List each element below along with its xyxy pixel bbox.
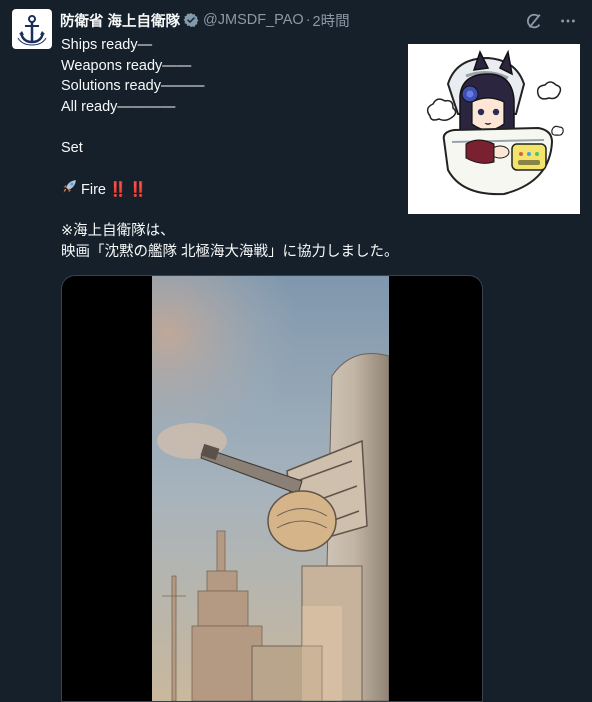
text-line: Set — [61, 140, 83, 157]
text-line: Ships ready— — [61, 37, 153, 53]
character-sticker-image — [408, 44, 580, 214]
text-line: Solutions ready——— — [61, 78, 205, 95]
tweet-timestamp[interactable]: 2時間 — [313, 10, 350, 31]
text-line — [61, 159, 401, 180]
tweet-text: Ships ready— Weapons ready—— Solutions r… — [61, 35, 401, 263]
double-exclamation-emoji: ‼️ ‼️ — [108, 181, 147, 198]
verified-badge-icon — [183, 12, 199, 28]
separator-dot: · — [305, 12, 311, 28]
grok-icon[interactable] — [524, 11, 544, 31]
text-line — [61, 118, 401, 139]
more-icon[interactable] — [558, 11, 578, 31]
text-line: Weapons ready—— — [61, 57, 192, 74]
fire-text: Fire — [81, 181, 106, 198]
text-line: All ready———— — [61, 99, 176, 116]
author-name[interactable]: 防衛省 海上自衛隊 — [60, 10, 180, 31]
fire-line: Fire ‼️ ‼️ — [61, 180, 401, 201]
anchor-emblem-icon — [17, 15, 47, 46]
video-player[interactable] — [61, 275, 483, 702]
avatar[interactable] — [12, 9, 52, 49]
header-actions — [524, 11, 578, 31]
note-line: ※海上自衛隊は、 — [61, 223, 175, 240]
video-frame — [152, 276, 389, 701]
text-line-blank — [61, 201, 401, 222]
note-line: 映画「沈黙の艦隊 北極海大海戦」に協力しました。 — [61, 243, 399, 260]
author-handle[interactable]: @JMSDF_PAO — [203, 12, 304, 28]
tweet-header: 防衛省 海上自衛隊 @JMSDF_PAO · 2時間 — [60, 9, 582, 31]
rocket-icon — [61, 178, 78, 202]
